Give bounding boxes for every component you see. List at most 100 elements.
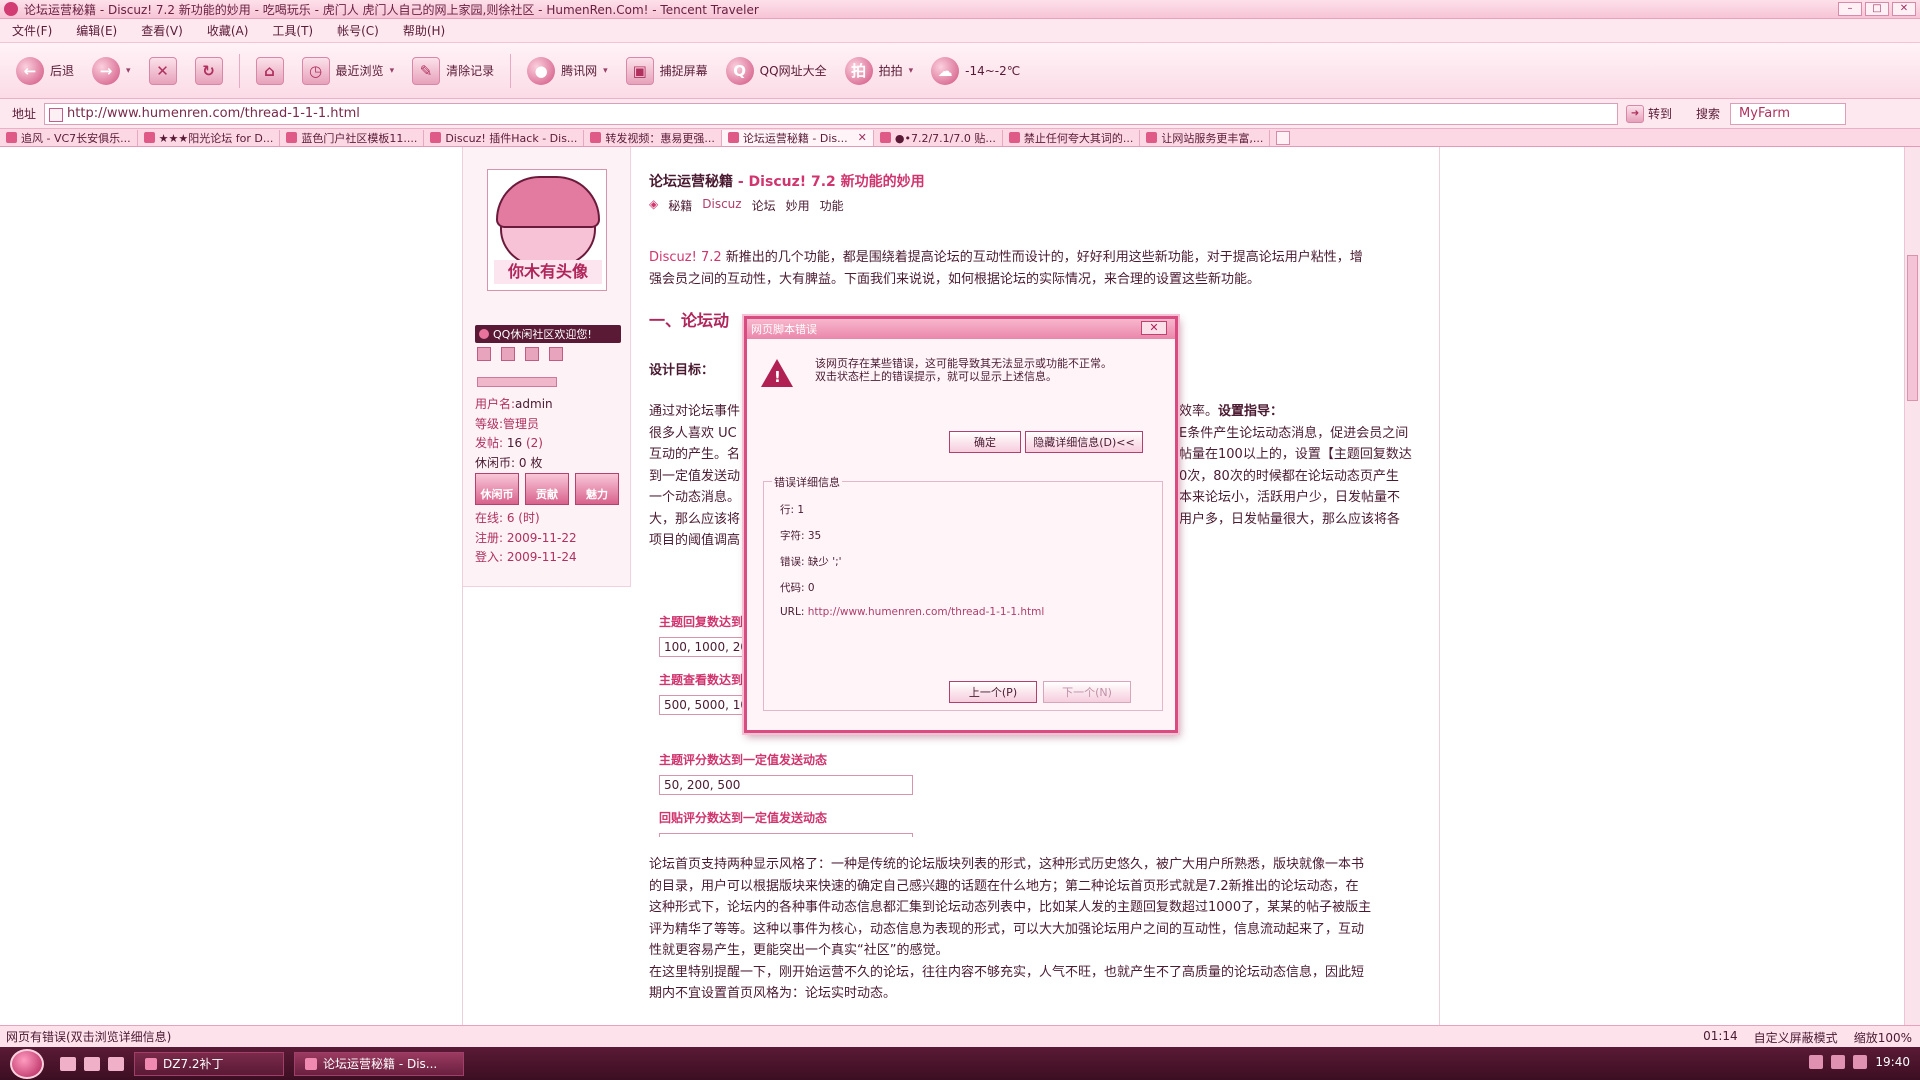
author-action-icons xyxy=(477,347,563,361)
favicon-icon xyxy=(879,132,891,143)
favicon-icon xyxy=(143,132,155,143)
tag-item[interactable]: 妙用 xyxy=(786,197,810,214)
status-error-message[interactable]: 网页有错误(双击浏览详细信息) xyxy=(0,1028,171,1045)
capture-label: 捕捉屏幕 xyxy=(659,64,708,78)
menu-tools[interactable]: 工具(T) xyxy=(260,22,325,39)
prev-error-button[interactable]: 上一个(P) xyxy=(949,681,1037,703)
qq-sites-button[interactable]: Q QQ网址大全 xyxy=(720,51,833,91)
search-input[interactable]: MyFarm xyxy=(1730,102,1847,125)
dialog-message: 该网页存在某些错误，这可能导致其无法显示或功能不正常。 双击状态栏上的错误提示，… xyxy=(815,357,1165,383)
menu-favorites[interactable]: 收藏(A) xyxy=(195,22,261,39)
chevron-down-icon[interactable]: ▾ xyxy=(390,66,395,76)
online-time: 在线: 6 (时) xyxy=(475,511,540,525)
block-mode-selector[interactable]: 自定义屏蔽模式 xyxy=(1754,1029,1838,1046)
avatar-caption: 你木有头像 xyxy=(494,260,602,284)
clock[interactable]: 19:40 xyxy=(1875,1055,1910,1069)
capture-screen-button[interactable]: ▣ 捕捉屏幕 xyxy=(620,51,714,91)
menu-help[interactable]: 帮助(H) xyxy=(391,22,457,39)
sub-heading: 设计目标： xyxy=(649,363,715,378)
menu-file[interactable]: 文件(F) xyxy=(0,22,64,39)
window-titlebar: 论坛运营秘籍 - Discuz! 7.2 新功能的妙用 - 吃喝玩乐 - 虎门人… xyxy=(0,0,1920,19)
back-button[interactable]: ← 后退 xyxy=(10,51,80,91)
tab-8[interactable]: 让网站服务更丰富,... xyxy=(1140,129,1271,146)
clear-history-button[interactable]: ✎ 清除记录 xyxy=(406,51,500,91)
start-button[interactable] xyxy=(10,1048,44,1079)
body-line: 这种形式下，论坛内的各种事件动态信息都汇集到论坛动态列表中，比如某人发的主题回复… xyxy=(649,900,1372,915)
chevron-down-icon[interactable]: ▾ xyxy=(909,66,914,76)
dialog-close-button[interactable]: ✕ xyxy=(1141,321,1167,335)
home-button[interactable]: ⌂ xyxy=(250,51,290,91)
browser-icon[interactable] xyxy=(108,1056,124,1071)
vertical-scrollbar[interactable] xyxy=(1904,147,1920,1025)
tag-item[interactable]: 秘籍 xyxy=(668,197,692,214)
address-label: 地址 xyxy=(12,107,37,121)
status-time: 01:14 xyxy=(1703,1029,1738,1043)
explorer-icon[interactable] xyxy=(84,1056,100,1071)
tab-label: Discuz! 插件Hack - Dis... xyxy=(445,131,578,145)
paipai-button[interactable]: 拍 拍拍 ▾ xyxy=(839,51,920,91)
level-label: 等级: xyxy=(475,416,504,431)
minimize-button[interactable]: – xyxy=(1838,2,1862,16)
body-line: 帖量在100以上的，设置【主题回复数达 xyxy=(1179,447,1412,462)
tab-1[interactable]: ★★★阳光论坛 for D... xyxy=(138,129,281,146)
show-desktop-icon[interactable] xyxy=(60,1056,76,1071)
security-icon[interactable] xyxy=(1853,1055,1868,1069)
chevron-down-icon[interactable]: ▾ xyxy=(603,66,608,76)
forward-button[interactable]: → ▾ xyxy=(86,51,137,91)
tab-3[interactable]: Discuz! 插件Hack - Dis... xyxy=(424,129,585,146)
refresh-button[interactable]: ↻ xyxy=(189,51,229,91)
username[interactable]: admin xyxy=(515,397,553,411)
author-activity: 在线: 6 (时) 注册: 2009-11-22 登入: 2009-11-24 xyxy=(475,509,577,568)
tag-item[interactable]: 论坛 xyxy=(752,197,776,214)
chevron-down-icon[interactable]: ▾ xyxy=(126,66,131,76)
menu-account[interactable]: 帐号(C) xyxy=(325,22,391,39)
tab-5-active[interactable]: 论坛运营秘籍 - Dis... ✕ xyxy=(721,129,874,146)
eraser-icon: ✎ xyxy=(412,56,441,85)
tencent-button[interactable]: ● 腾讯网 ▾ xyxy=(521,51,614,91)
reply-rating-threshold-input[interactable] xyxy=(659,833,913,837)
section-heading: 一、论坛动 xyxy=(649,311,730,330)
next-error-button[interactable]: 下一个(N) xyxy=(1043,681,1131,703)
recent-label: 最近浏览 xyxy=(335,64,384,78)
menu-edit[interactable]: 编辑(E) xyxy=(64,22,129,39)
go-button[interactable]: ➜ 转到 xyxy=(1626,104,1672,123)
network-icon[interactable] xyxy=(1809,1055,1824,1069)
menu-view[interactable]: 查看(V) xyxy=(129,22,195,39)
tab-4[interactable]: 转发视频：惠易更强... xyxy=(584,129,722,146)
author-sidebar: 你木有头像 QQ休闲社区欢迎您! 用户名:admin 等级:管理员 发帖: 16… xyxy=(463,147,631,587)
mail-icon[interactable] xyxy=(501,347,515,361)
tab-7[interactable]: 禁止任何夸大其词的... xyxy=(1003,129,1141,146)
stop-button[interactable]: ✕ xyxy=(143,51,183,91)
tab-0[interactable]: 追风 - VC7长安俱乐... xyxy=(0,129,138,146)
user-icon[interactable] xyxy=(549,347,563,361)
close-tab-icon[interactable]: ✕ xyxy=(858,131,867,144)
tag-item[interactable]: Discuz xyxy=(702,197,741,214)
tag-item[interactable]: 功能 xyxy=(820,197,844,214)
error-url-label: URL: xyxy=(780,606,808,618)
script-error-dialog: 网页脚本错误 ✕ ! 该网页存在某些错误，这可能导致其无法显示或功能不正常。 双… xyxy=(744,316,1178,733)
maximize-button[interactable]: □ xyxy=(1865,2,1889,16)
url-input[interactable]: http://www.humenren.com/thread-1-1-1.htm… xyxy=(44,102,1619,125)
home-icon[interactable] xyxy=(477,347,491,361)
avatar[interactable]: 你木有头像 xyxy=(487,169,607,291)
menu-bar: 文件(F) 编辑(E) 查看(V) 收藏(A) 工具(T) 帐号(C) 帮助(H… xyxy=(0,19,1920,43)
tab-6[interactable]: ●•7.2/7.1/7.0 贴... xyxy=(874,129,1003,146)
tab-label: ●•7.2/7.1/7.0 贴... xyxy=(894,131,996,145)
recent-button[interactable]: ◷ 最近浏览 ▾ xyxy=(296,51,401,91)
ok-button[interactable]: 确定 xyxy=(949,431,1021,453)
new-tab-button[interactable] xyxy=(1276,130,1291,145)
rating-threshold-input[interactable]: 50, 200, 500 xyxy=(659,775,913,795)
taskbar-item-folder[interactable]: DZ7.2补丁 xyxy=(134,1051,284,1076)
close-window-button[interactable]: ✕ xyxy=(1892,2,1916,16)
taskbar-item-browser[interactable]: 论坛运营秘籍 - Dis... xyxy=(294,1051,464,1076)
add-friend-icon[interactable] xyxy=(525,347,539,361)
form-label-rating: 主题评分数达到一定值发送动态 xyxy=(659,753,828,767)
scrollbar-thumb[interactable] xyxy=(1907,255,1918,401)
folder-icon xyxy=(145,1057,157,1070)
volume-icon[interactable] xyxy=(1831,1055,1846,1069)
weather-widget[interactable]: ☁ -14~-2℃ xyxy=(925,51,1026,91)
zoom-control[interactable]: 缩放100% xyxy=(1854,1029,1912,1046)
hide-details-button[interactable]: 隐藏详细信息(D)<< xyxy=(1025,431,1143,453)
post-title-main: 论坛运营秘籍 xyxy=(649,174,733,190)
tab-2[interactable]: 蓝色门户社区模板11.... xyxy=(280,129,425,146)
